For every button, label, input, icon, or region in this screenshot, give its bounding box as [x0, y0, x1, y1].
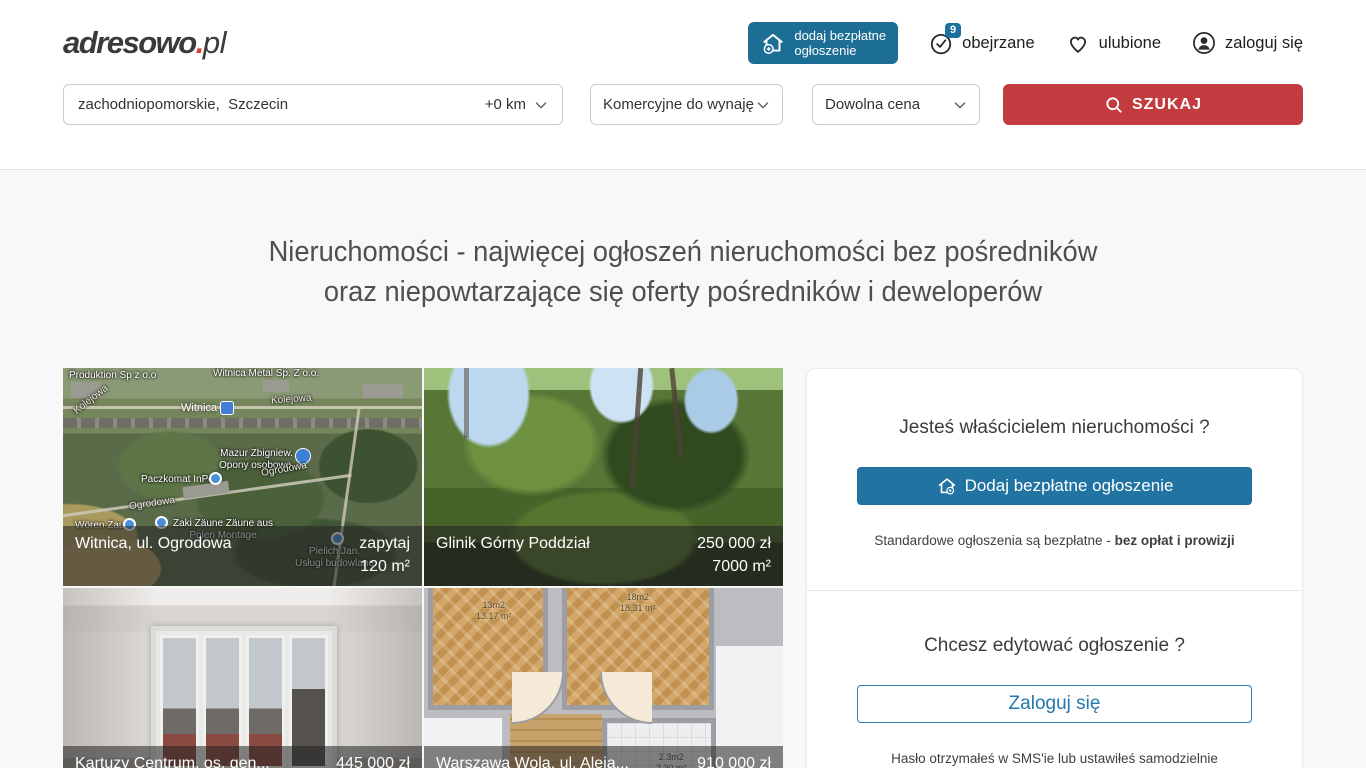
owner-section: Jesteś właścicielem nieruchomości ? Doda… — [807, 369, 1302, 590]
distance-select[interactable]: +0 km — [485, 96, 550, 114]
location-value: zachodniopomorskie, Szczecin — [78, 96, 485, 113]
header: adresowo.pl dodaj bezpłatne ogłoszenie — [0, 0, 1366, 170]
location-input[interactable]: zachodniopomorskie, Szczecin +0 km — [63, 84, 563, 125]
logo-dot: . — [196, 25, 203, 60]
listing-title: Glinik Górny Poddział — [436, 535, 590, 553]
listing-tile[interactable]: 13m2 13.17 m² 18m2 18.31 m² 2.3m2 2.30 m… — [424, 588, 783, 768]
nav-viewed[interactable]: 9 obejrzane — [928, 30, 1034, 56]
train-station-icon — [220, 401, 234, 415]
nav-login-label: zaloguj się — [1225, 34, 1303, 53]
owner-panel: Jesteś właścicielem nieruchomości ? Doda… — [806, 368, 1303, 768]
heart-icon — [1065, 30, 1091, 56]
edit-heading: Chcesz edytować ogłoszenie ? — [857, 635, 1252, 657]
add-listing-button[interactable]: dodaj bezpłatne ogłoszenie — [748, 22, 898, 64]
sidebar-add-listing-button[interactable]: Dodaj bezpłatne ogłoszenie — [857, 467, 1252, 505]
listing-title: Witnica, ul. Ogrodowa — [75, 535, 232, 553]
add-listing-label: dodaj bezpłatne ogłoszenie — [794, 28, 886, 58]
price-select[interactable]: Dowolna cena — [812, 84, 980, 125]
logo-suffix: pl — [203, 25, 226, 60]
edit-note: Hasło otrzymałeś w SMS'ie lub ustawiłeś … — [857, 751, 1252, 766]
logo[interactable]: adresowo.pl — [63, 25, 226, 61]
user-icon — [1191, 30, 1217, 56]
category-value: Komercyjne do wynaję — [603, 96, 754, 113]
listing-caption: Kartuzy Centrum, os. gen... 445 000 zł — [63, 746, 422, 768]
search-button-label: SZUKAJ — [1132, 96, 1202, 114]
nav-viewed-label: obejrzane — [962, 34, 1034, 53]
sidebar-login-button[interactable]: Zaloguj się — [857, 685, 1252, 723]
listing-price: 445 000 zł — [336, 755, 410, 768]
listing-area: 7000 m² — [697, 558, 771, 576]
house-plus-icon — [760, 30, 786, 56]
price-value: Dowolna cena — [825, 96, 920, 113]
search-button[interactable]: SZUKAJ — [1003, 84, 1303, 125]
chevron-down-icon — [951, 96, 969, 114]
listing-title: Kartuzy Centrum, os. gen... — [75, 755, 270, 768]
map-station-badge: Witnica — [181, 401, 234, 415]
listing-price: zapytaj — [359, 535, 410, 553]
listing-area: 120 m² — [359, 558, 410, 576]
logo-main: adresowo — [63, 25, 196, 60]
listing-caption: Glinik Górny Poddział 250 000 zł 7000 m² — [424, 526, 783, 586]
listings-grid: Produktion Sp z o.o Witnica Metal Sp. Z … — [63, 368, 783, 768]
listing-photo-interior — [63, 588, 422, 768]
listing-title: Warszawa Wola, ul. Aleja... — [436, 755, 629, 768]
owner-heading: Jesteś właścicielem nieruchomości ? — [857, 417, 1252, 439]
listing-tile[interactable]: Produktion Sp z o.o Witnica Metal Sp. Z … — [63, 368, 422, 586]
nav-login[interactable]: zaloguj się — [1191, 30, 1303, 56]
listing-price: 250 000 zł — [697, 535, 771, 553]
category-select[interactable]: Komercyjne do wynaję — [590, 84, 783, 125]
owner-note: Standardowe ogłoszenia są bezpłatne - be… — [857, 533, 1252, 548]
distance-value: +0 km — [485, 96, 526, 113]
listing-tile[interactable]: Glinik Górny Poddział 250 000 zł 7000 m² — [424, 368, 783, 586]
house-plus-icon — [936, 475, 958, 497]
page-title: Nieruchomości - najwięcej ogłoszeń nieru… — [41, 232, 1325, 312]
chevron-down-icon — [754, 96, 772, 114]
listing-price: 910 000 zł — [697, 755, 771, 768]
search-icon — [1104, 95, 1124, 115]
hero: Nieruchomości - najwięcej ogłoszeń nieru… — [0, 170, 1366, 368]
edit-section: Chcesz edytować ogłoszenie ? Zaloguj się… — [807, 590, 1302, 768]
listing-photo-floorplan: 13m2 13.17 m² 18m2 18.31 m² 2.3m2 2.30 m… — [424, 588, 783, 768]
listing-caption: Warszawa Wola, ul. Aleja... 910 000 zł — [424, 746, 783, 768]
listing-caption: Witnica, ul. Ogrodowa zapytaj 120 m² — [63, 526, 422, 586]
sidebar-add-listing-label: Dodaj bezpłatne ogłoszenie — [965, 476, 1174, 496]
chevron-down-icon — [532, 96, 550, 114]
viewed-count-badge: 9 — [945, 23, 961, 38]
search-bar: zachodniopomorskie, Szczecin +0 km Komer… — [63, 84, 1303, 125]
viewed-check-icon: 9 — [928, 30, 954, 56]
listing-tile[interactable]: Kartuzy Centrum, os. gen... 445 000 zł — [63, 588, 422, 768]
map-pin-icon — [209, 472, 222, 485]
nav-favorites[interactable]: ulubione — [1065, 30, 1161, 56]
nav-favorites-label: ulubione — [1099, 34, 1161, 53]
